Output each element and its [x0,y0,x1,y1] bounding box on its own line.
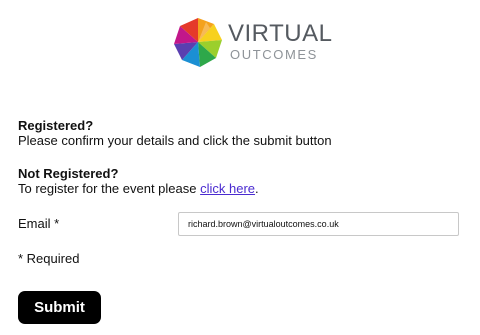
registered-instructions: Please confirm your details and click th… [18,133,332,148]
email-input[interactable] [178,212,459,236]
registered-heading: Registered? [18,118,94,133]
logo-text-virtual: VIRTUAL [228,20,333,47]
required-note: * Required [18,251,80,266]
register-text: To register for the event please [18,181,201,196]
submit-button[interactable]: Submit [18,291,101,324]
not-registered-instructions: To register for the event please click h… [18,181,259,196]
virtual-outcomes-logo: VIRTUAL OUTCOMES [170,14,340,70]
registered-section: Registered? Please confirm your details … [18,118,332,148]
register-text-end: . [255,181,259,196]
not-registered-heading: Not Registered? [18,166,119,181]
not-registered-section: Not Registered? To register for the even… [18,166,259,196]
email-label: Email * [18,216,60,231]
click-here-link[interactable]: click here [200,181,255,196]
prism-logo-icon [174,18,222,67]
logo-text-outcomes: OUTCOMES [230,47,318,62]
